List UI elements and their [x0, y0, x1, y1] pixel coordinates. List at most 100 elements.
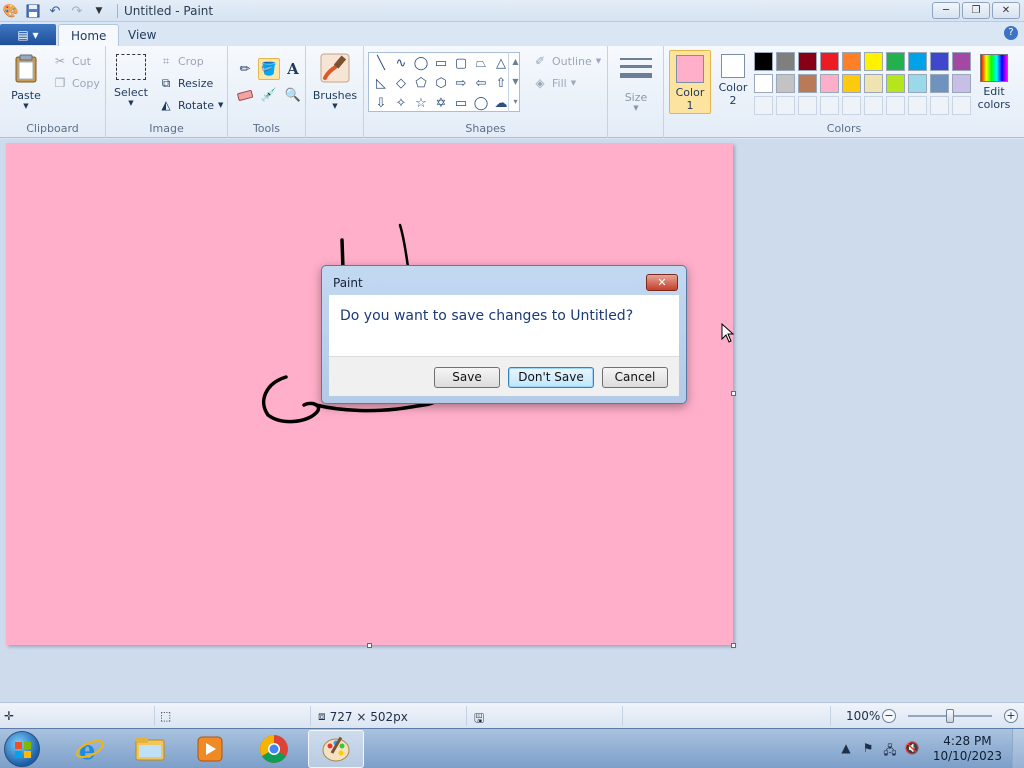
palette-color-swatch[interactable] [754, 52, 773, 71]
copy-button[interactable]: ❐ Copy [52, 74, 100, 92]
palette-color-swatch[interactable] [776, 74, 795, 93]
palette-color-swatch[interactable] [908, 74, 927, 93]
right-arrow-shape-icon[interactable]: ⇨ [451, 73, 471, 93]
custom-color-slot[interactable] [864, 96, 883, 115]
redo-icon[interactable]: ↷ [68, 2, 86, 20]
palette-color-swatch[interactable] [798, 52, 817, 71]
help-icon[interactable]: ? [1004, 26, 1018, 40]
zoom-in-button[interactable]: + [1004, 709, 1018, 723]
palette-color-swatch[interactable] [798, 74, 817, 93]
palette-color-swatch[interactable] [776, 52, 795, 71]
pencil-icon[interactable]: ✏ [234, 58, 256, 80]
show-desktop-button[interactable] [1012, 729, 1024, 768]
outline-button[interactable]: ✐ Outline ▼ [532, 52, 601, 70]
select-button[interactable]: Select ▼ [112, 54, 150, 107]
six-point-star-shape-icon[interactable]: ✡ [431, 93, 451, 113]
hexagon-shape-icon[interactable]: ⬡ [431, 73, 451, 93]
close-window-button[interactable]: ✕ [992, 2, 1020, 19]
palette-color-swatch[interactable] [820, 74, 839, 93]
resize-button[interactable]: ⧉ Resize [158, 74, 214, 92]
customize-qat-dropdown-icon[interactable]: ▼ [90, 2, 108, 20]
canvas-resize-handle-corner[interactable] [731, 643, 736, 648]
tab-home[interactable]: Home [58, 24, 120, 46]
diamond-shape-icon[interactable]: ◇ [391, 73, 411, 93]
cancel-button[interactable]: Cancel [602, 367, 668, 388]
save-button[interactable]: Save [434, 367, 500, 388]
curve-shape-icon[interactable]: ∿ [391, 53, 411, 73]
color-picker-icon[interactable]: 💉 [258, 84, 280, 106]
palette-color-swatch[interactable] [952, 74, 971, 93]
shapes-gallery-scroll[interactable]: ▲ ▼ ▾ [508, 52, 522, 112]
custom-color-slot[interactable] [842, 96, 861, 115]
color2-button[interactable]: Color 2 [712, 50, 754, 114]
custom-color-slot[interactable] [930, 96, 949, 115]
taskbar-clock[interactable]: 4:28 PM 10/10/2023 [933, 734, 1002, 764]
palette-color-swatch[interactable] [886, 52, 905, 71]
custom-color-slot[interactable] [886, 96, 905, 115]
pentagon-shape-icon[interactable]: ⬠ [411, 73, 431, 93]
network-icon[interactable]: 🖧 [882, 741, 898, 757]
five-point-star-shape-icon[interactable]: ☆ [411, 93, 431, 113]
eraser-icon[interactable] [234, 84, 256, 106]
taskbar-file-explorer[interactable] [122, 730, 178, 768]
taskbar-paint[interactable] [308, 730, 364, 768]
down-arrow-shape-icon[interactable]: ⇩ [371, 93, 391, 113]
taskbar-media-player[interactable] [182, 730, 238, 768]
dont-save-button[interactable]: Don't Save [508, 367, 594, 388]
action-center-flag-icon[interactable]: ⚑ [860, 741, 876, 757]
taskbar-chrome[interactable] [246, 730, 302, 768]
rectangle-shape-icon[interactable]: ▭ [431, 53, 451, 73]
palette-color-swatch[interactable] [930, 52, 949, 71]
canvas-resize-handle-bottom[interactable] [367, 643, 372, 648]
palette-color-swatch[interactable] [754, 74, 773, 93]
fill-bucket-icon[interactable]: 🪣 [258, 58, 280, 80]
dialog-close-button[interactable]: ✕ [646, 274, 678, 291]
palette-color-swatch[interactable] [842, 52, 861, 71]
custom-color-slot[interactable] [776, 96, 795, 115]
right-triangle-shape-icon[interactable]: ◺ [371, 73, 391, 93]
palette-color-swatch[interactable] [864, 52, 883, 71]
rect-callout-shape-icon[interactable]: ▭ [451, 93, 471, 113]
text-tool-icon[interactable]: A [282, 58, 304, 80]
custom-color-slot[interactable] [952, 96, 971, 115]
four-point-star-shape-icon[interactable]: ✧ [391, 93, 411, 113]
color1-button[interactable]: Color 1 [669, 50, 711, 114]
zoom-out-button[interactable]: − [882, 709, 896, 723]
fill-button[interactable]: ◈ Fill ▼ [532, 74, 576, 92]
custom-color-slot[interactable] [798, 96, 817, 115]
polygon-shape-icon[interactable]: ⏢ [471, 53, 491, 73]
taskbar-internet-explorer[interactable]: e [62, 730, 118, 768]
palette-color-swatch[interactable] [886, 74, 905, 93]
line-shape-icon[interactable]: ╲ [371, 53, 391, 73]
custom-color-slot[interactable] [908, 96, 927, 115]
rounded-rectangle-shape-icon[interactable]: ▢ [451, 53, 471, 73]
canvas-resize-handle-right[interactable] [731, 391, 736, 396]
left-arrow-shape-icon[interactable]: ⇦ [471, 73, 491, 93]
magnifier-icon[interactable]: 🔍 [282, 84, 304, 106]
paint-menu-button[interactable]: ▤ ▾ [0, 24, 56, 45]
cut-button[interactable]: ✂ Cut [52, 52, 91, 70]
undo-icon[interactable]: ↶ [46, 2, 64, 20]
custom-color-slot[interactable] [820, 96, 839, 115]
restore-button[interactable]: ❐ [962, 2, 990, 19]
edit-colors-button[interactable]: Edit colors [974, 50, 1014, 114]
palette-color-swatch[interactable] [820, 52, 839, 71]
brushes-button[interactable]: Brushes ▼ [312, 52, 358, 110]
palette-color-swatch[interactable] [908, 52, 927, 71]
tab-view[interactable]: View [116, 24, 168, 46]
palette-color-swatch[interactable] [864, 74, 883, 93]
volume-muted-icon[interactable]: 🔇 [904, 741, 920, 757]
oval-callout-shape-icon[interactable]: ◯ [471, 93, 491, 113]
show-hidden-icons-icon[interactable]: ▲ [838, 741, 854, 757]
palette-color-swatch[interactable] [930, 74, 949, 93]
palette-color-swatch[interactable] [952, 52, 971, 71]
save-icon[interactable] [24, 2, 42, 20]
rotate-button[interactable]: ◭ Rotate ▼ [158, 96, 223, 114]
oval-shape-icon[interactable]: ◯ [411, 53, 431, 73]
paste-button[interactable]: Paste ▼ [6, 52, 46, 110]
start-button[interactable] [4, 731, 40, 767]
minimize-button[interactable]: ─ [932, 2, 960, 19]
crop-button[interactable]: ⌗ Crop [158, 52, 204, 70]
size-button[interactable]: Size ▼ [618, 54, 654, 112]
palette-color-swatch[interactable] [842, 74, 861, 93]
